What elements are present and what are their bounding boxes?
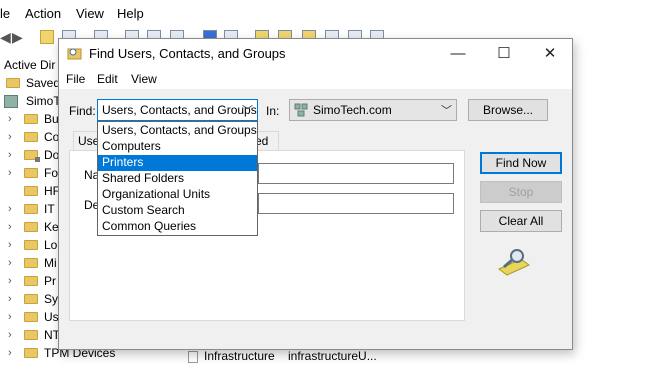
folder-icon	[24, 150, 40, 162]
menu-action[interactable]: Action	[25, 6, 61, 21]
find-option-custom-search[interactable]: Custom Search	[98, 203, 257, 219]
domain-icon	[4, 95, 18, 108]
chevron-right-icon[interactable]: ›	[8, 293, 12, 305]
chevron-down-icon: ﹀	[441, 105, 452, 117]
in-domain-value: SimoTech.com	[313, 103, 392, 117]
menu-edit[interactable]: Edit	[97, 72, 118, 86]
folder-icon	[24, 186, 38, 196]
chevron-right-icon[interactable]: ›	[8, 221, 12, 233]
result-name: Infrastructure	[204, 349, 275, 363]
chevron-right-icon[interactable]: ›	[8, 329, 12, 341]
menu-view[interactable]: View	[76, 6, 104, 21]
folder-icon	[24, 114, 38, 124]
menu-file[interactable]: le	[0, 6, 10, 21]
maximize-icon[interactable]: ☐	[481, 39, 527, 69]
folder-icon	[24, 276, 38, 286]
up-folder-icon[interactable]	[40, 30, 54, 44]
chevron-right-icon[interactable]: ›	[8, 131, 12, 143]
description-input[interactable]	[258, 193, 454, 214]
menu-help[interactable]: Help	[117, 6, 144, 21]
find-now-button[interactable]: Find Now	[480, 152, 562, 174]
folder-icon	[24, 222, 38, 232]
in-label: In:	[266, 104, 280, 118]
find-dialog: Find Users, Contacts, and Groups — ☐ ✕ F…	[58, 38, 573, 350]
folder-icon	[24, 168, 38, 178]
dialog-titlebar[interactable]: Find Users, Contacts, and Groups — ☐ ✕	[59, 39, 572, 69]
find-type-value: Users, Contacts, and Groups	[102, 103, 257, 117]
chevron-right-icon[interactable]: ›	[8, 167, 12, 179]
chevron-right-icon[interactable]: ›	[8, 311, 12, 323]
chevron-right-icon[interactable]: ›	[8, 347, 12, 359]
find-type-dropdown-list: Users, Contacts, and Groups Computers Pr…	[97, 121, 258, 236]
folder-icon	[24, 204, 38, 214]
back-arrow-icon[interactable]: ◀	[0, 29, 11, 46]
folder-icon	[24, 294, 38, 304]
name-input[interactable]	[258, 163, 454, 184]
result-type: infrastructureU...	[288, 349, 377, 363]
chevron-right-icon[interactable]: ›	[8, 149, 12, 161]
chevron-right-icon[interactable]: ›	[8, 203, 12, 215]
domain-icon	[294, 103, 308, 117]
find-option-users-contacts-groups[interactable]: Users, Contacts, and Groups	[98, 123, 257, 139]
browse-button[interactable]: Browse...	[468, 99, 548, 121]
clear-all-button[interactable]: Clear All	[480, 210, 562, 232]
folder-icon	[24, 258, 38, 268]
close-icon[interactable]: ✕	[527, 39, 573, 69]
folder-icon	[24, 330, 38, 340]
menu-view[interactable]: View	[131, 72, 157, 86]
folder-icon	[24, 132, 38, 142]
background-menubar: le Action View Help	[0, 4, 652, 24]
find-users-icon	[67, 46, 83, 60]
forward-arrow-icon[interactable]: ▶	[12, 29, 23, 46]
chevron-right-icon[interactable]: ›	[8, 257, 12, 269]
find-option-organizational-units[interactable]: Organizational Units	[98, 187, 257, 203]
stop-button[interactable]: Stop	[480, 181, 562, 203]
console-tree: Active Dir Saved SimoT › Bu › Co › Do › …	[0, 56, 115, 392]
folder-icon	[24, 348, 38, 358]
menu-file[interactable]: File	[66, 72, 85, 86]
in-domain-select[interactable]: SimoTech.com ﹀	[289, 99, 457, 121]
chevron-right-icon[interactable]: ›	[8, 113, 12, 125]
chevron-down-icon: ﹀	[242, 105, 253, 117]
chevron-right-icon[interactable]: ›	[8, 275, 12, 287]
dialog-title: Find Users, Contacts, and Groups	[89, 46, 286, 61]
dialog-menubar: File Edit View	[59, 69, 572, 89]
folder-icon	[6, 78, 20, 88]
find-option-printers[interactable]: Printers	[98, 155, 257, 171]
folder-icon	[24, 312, 38, 322]
find-option-common-queries[interactable]: Common Queries	[98, 219, 257, 235]
find-option-computers[interactable]: Computers	[98, 139, 257, 155]
container-icon	[188, 351, 198, 363]
result-row[interactable]: Infrastructure infrastructureU...	[186, 349, 446, 365]
folder-icon	[24, 240, 38, 250]
chevron-right-icon[interactable]: ›	[8, 239, 12, 251]
find-label: Find:	[69, 104, 96, 118]
magnifier-search-icon	[495, 247, 533, 277]
find-type-select[interactable]: Users, Contacts, and Groups ﹀	[97, 99, 258, 121]
find-option-shared-folders[interactable]: Shared Folders	[98, 171, 257, 187]
minimize-icon[interactable]: —	[435, 39, 481, 69]
